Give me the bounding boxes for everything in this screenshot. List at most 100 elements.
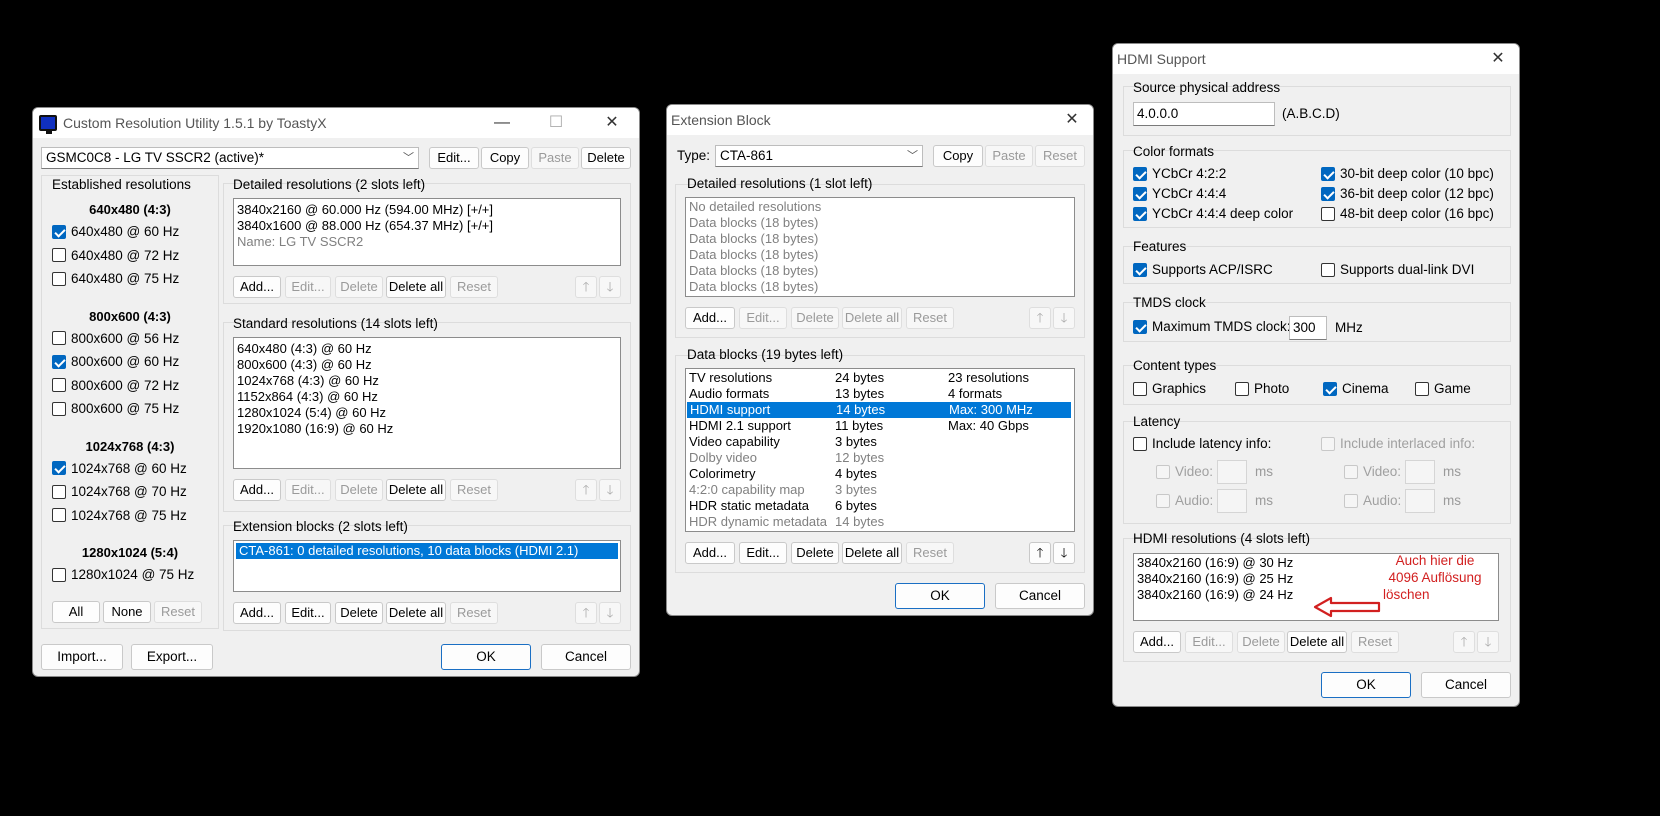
checkbox-box[interactable] [52,508,66,522]
move-up-icon[interactable]: 🡑 [1029,542,1051,564]
interlaced-audio-input[interactable] [1405,489,1435,513]
latency-video-checkbox[interactable]: Video: [1156,464,1213,479]
move-up-icon[interactable]: 🡑 [1453,631,1475,653]
latency-audio-input[interactable] [1217,489,1247,513]
checkbox-box[interactable] [1235,381,1249,396]
ok-button[interactable]: OK [895,583,985,609]
delete-button[interactable]: Delete [1237,631,1285,653]
cancel-button[interactable]: Cancel [1421,672,1511,698]
established-checkbox[interactable]: 800x600 @ 60 Hz [52,354,179,369]
color-format-checkbox[interactable]: YCbCr 4:4:4 deep color [1133,206,1293,221]
delete-all-button[interactable]: Delete all [386,479,446,501]
add-button[interactable]: Add... [685,542,735,564]
reset-button[interactable]: Reset [450,479,498,501]
move-down-icon[interactable]: 🡓 [1053,307,1075,329]
checkbox-box[interactable] [1133,436,1147,451]
list-item[interactable]: CTA-861: 0 detailed resolutions, 10 data… [236,543,618,559]
reset-button[interactable]: Reset [906,542,954,564]
established-checkbox[interactable]: 1280x1024 @ 75 Hz [52,567,194,582]
list-item[interactable]: 640x480 (4:3) @ 60 Hz [234,341,620,357]
latency-audio-checkbox[interactable]: Audio: [1156,493,1213,508]
checkbox-box[interactable] [52,248,66,262]
latency-checkbox[interactable]: Include latency info: [1133,436,1271,451]
interlaced-checkbox[interactable]: Include interlaced info: [1321,436,1475,451]
tmds-clock-input[interactable]: 300 [1289,316,1327,340]
checkbox-box[interactable] [52,461,66,475]
add-button[interactable]: Add... [233,602,281,624]
paste-button[interactable]: Paste [985,145,1033,167]
none-button[interactable]: None [103,601,151,623]
delete-button[interactable]: Delete [791,307,839,329]
detailed-listbox[interactable]: 3840x2160 @ 60.000 Hz (594.00 MHz) [+/+]… [233,198,621,266]
table-row[interactable]: HDR static metadata 6 bytes [686,498,1074,514]
established-checkbox[interactable]: 800x600 @ 72 Hz [52,378,179,393]
list-item[interactable]: 3840x2160 @ 60.000 Hz (594.00 MHz) [+/+] [234,202,620,218]
checkbox-box[interactable] [1133,166,1147,181]
delete-all-button[interactable]: Delete all [386,602,446,624]
maximize-icon[interactable]: ☐ [533,108,579,138]
extension-listbox[interactable]: CTA-861: 0 detailed resolutions, 10 data… [233,540,621,592]
list-item[interactable]: 1152x864 (4:3) @ 60 Hz [234,389,620,405]
move-down-icon[interactable]: 🡓 [599,479,621,501]
checkbox-box[interactable] [52,378,66,392]
checkbox-box[interactable] [52,331,66,345]
add-button[interactable]: Add... [1133,631,1181,653]
all-button[interactable]: All [52,601,100,623]
established-checkbox[interactable]: 1024x768 @ 60 Hz [52,461,187,476]
paste-button[interactable]: Paste [531,147,579,169]
checkbox-box[interactable] [1415,381,1429,396]
data-blocks-listbox[interactable]: TV resolutions 24 bytes 23 resolutions Audi… [685,368,1075,532]
export-button[interactable]: Export... [131,644,213,670]
checkbox-box[interactable] [1156,464,1170,479]
delete-button[interactable]: Delete [335,479,383,501]
reset-button[interactable]: Reset [906,307,954,329]
interlaced-audio-checkbox[interactable]: Audio: [1344,493,1401,508]
checkbox-box[interactable] [52,354,66,369]
color-format-checkbox[interactable]: 36-bit deep color (12 bpc) [1321,186,1494,201]
content-type-checkbox[interactable]: Game [1415,381,1471,396]
established-checkbox[interactable]: 800x600 @ 75 Hz [52,401,179,416]
feature-checkbox[interactable]: Supports dual-link DVI [1321,262,1474,277]
table-row[interactable]: Dolby video 12 bytes [686,450,1074,466]
established-checkbox[interactable]: 640x480 @ 75 Hz [52,271,179,286]
edit-monitor-button[interactable]: Edit... [429,147,479,169]
reset-button[interactable]: Reset [1035,145,1085,167]
checkbox-box[interactable] [1321,436,1335,451]
table-row[interactable]: TV resolutions 24 bytes 23 resolutions [686,370,1074,386]
interlaced-video-checkbox[interactable]: Video: [1344,464,1401,479]
reset-established-button[interactable]: Reset [154,601,202,623]
checkbox-box[interactable] [1344,464,1358,479]
checkbox-box[interactable] [52,271,66,286]
copy-button[interactable]: Copy [933,145,983,167]
close-icon[interactable]: ✕ [589,108,635,138]
color-format-checkbox[interactable]: 48-bit deep color (16 bpc) [1321,206,1494,221]
list-item[interactable]: 1024x768 (4:3) @ 60 Hz [234,373,620,389]
checkbox-box[interactable] [1156,493,1170,508]
move-down-icon[interactable]: 🡓 [599,602,621,624]
checkbox-box[interactable] [52,401,66,416]
table-row[interactable]: HDR dynamic metadata 14 bytes [686,514,1074,530]
delete-monitor-button[interactable]: Delete [581,147,631,169]
table-row[interactable]: Audio formats 13 bytes 4 formats [686,386,1074,402]
checkbox-box[interactable] [52,567,66,582]
edit-button[interactable]: Edit... [739,542,787,564]
move-up-icon[interactable]: 🡑 [575,602,597,624]
edit-button[interactable]: Edit... [285,276,331,298]
close-icon[interactable]: ✕ [1049,105,1093,135]
list-item[interactable]: 1920x1080 (16:9) @ 60 Hz [234,421,620,437]
feature-checkbox[interactable]: Supports ACP/ISRC [1133,262,1273,277]
table-row[interactable]: Video capability 3 bytes [686,434,1074,450]
cancel-button[interactable]: Cancel [541,644,631,670]
established-checkbox[interactable]: 800x600 @ 56 Hz [52,331,179,346]
reset-button[interactable]: Reset [450,602,498,624]
delete-button[interactable]: Delete [335,276,383,298]
close-icon[interactable]: ✕ [1475,44,1519,74]
checkbox-box[interactable] [1133,381,1147,396]
delete-all-button[interactable]: Delete all [842,307,902,329]
list-item[interactable]: 800x600 (4:3) @ 60 Hz [234,357,620,373]
checkbox-box[interactable] [52,224,66,239]
checkbox-box[interactable] [1133,262,1147,277]
edit-button[interactable]: Edit... [285,479,331,501]
checkbox-box[interactable] [1133,206,1147,221]
delete-all-button[interactable]: Delete all [842,542,902,564]
